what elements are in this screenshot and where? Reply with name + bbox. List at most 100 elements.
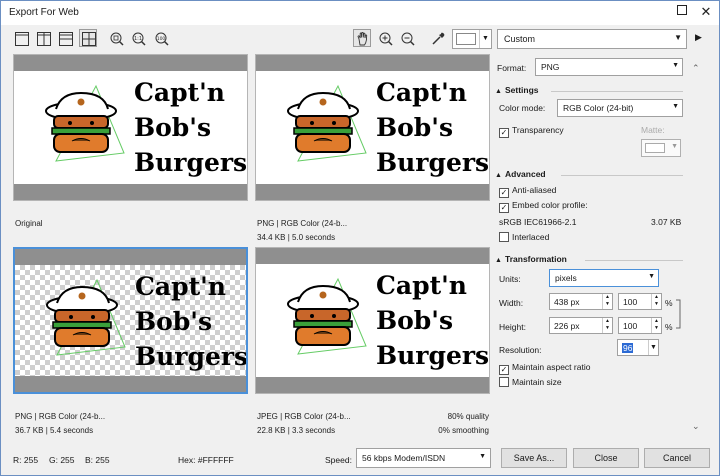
spin-arrows-icon[interactable]: ▲ ▼	[602, 318, 612, 333]
logo-line: Burgers	[134, 148, 248, 177]
panel-scrollbar[interactable]: ⌃ ⌄	[689, 55, 705, 441]
scroll-up-icon[interactable]: ⌃	[692, 63, 700, 74]
svg-text:100: 100	[157, 36, 166, 42]
speed-label: Speed:	[325, 455, 352, 465]
section-title: Advanced	[505, 169, 546, 179]
burger-mascot-image	[287, 84, 367, 162]
blue-value: B: 255	[85, 455, 110, 465]
checkbox-label: Maintain size	[512, 377, 562, 387]
height-input[interactable]: 226 px ▲ ▼	[549, 317, 613, 334]
chevron-down-icon: ▼	[672, 103, 679, 110]
width-percent-value: 100	[623, 297, 638, 307]
logo-line: Capt'n	[376, 78, 467, 107]
width-percent-input[interactable]: 100 ▲ ▼	[618, 293, 662, 310]
background-color-picker[interactable]: ▼	[452, 29, 492, 49]
profile-size: 3.07 KB	[651, 217, 682, 227]
preview-band-bottom	[14, 184, 247, 200]
zoom-fit-icon[interactable]	[107, 29, 125, 47]
settings-section-header[interactable]: ▲ Settings	[495, 85, 539, 95]
preview-pane-jpeg[interactable]: Capt'n Bob's Burgers	[255, 247, 490, 394]
close-button[interactable]: Close	[573, 448, 639, 468]
preview-pane-png-2[interactable]: Capt'n Bob's Burgers	[13, 247, 248, 394]
preview-pane-original[interactable]: Capt'n Bob's Burgers	[13, 54, 248, 201]
section-title: Transformation	[505, 254, 567, 264]
single-view-icon[interactable]	[12, 29, 30, 47]
preset-dropdown[interactable]: Custom ▼	[497, 29, 687, 49]
color-mode-dropdown[interactable]: RGB Color (24-bit) ▼	[557, 99, 683, 117]
eyedropper-icon[interactable]	[428, 29, 446, 47]
toolbar: 1:1 100 ▼ Custom ▼ ▶	[1, 25, 719, 53]
cancel-button[interactable]: Cancel	[644, 448, 710, 468]
preview-band-top	[15, 249, 246, 265]
preview-artwork: Capt'n Bob's Burgers	[256, 264, 489, 377]
checkbox-box: ✓	[499, 365, 509, 375]
save-as-button[interactable]: Save As...	[501, 448, 567, 468]
zoom-out-icon[interactable]	[398, 29, 416, 47]
checkbox-box: ✓	[499, 203, 509, 213]
maintain-aspect-checkbox[interactable]: ✓ Maintain aspect ratio	[499, 362, 590, 375]
spin-arrows-icon[interactable]: ▲ ▼	[651, 318, 661, 333]
logo-line: Bob's	[376, 113, 454, 142]
maximize-icon[interactable]	[674, 4, 690, 20]
burger-mascot-image	[45, 84, 125, 162]
divider	[551, 91, 683, 92]
zoom-100-icon[interactable]: 100	[152, 29, 170, 47]
anti-aliased-checkbox[interactable]: ✓ Anti-aliased	[499, 185, 556, 198]
format-dropdown[interactable]: PNG ▼	[535, 58, 683, 76]
height-value: 226 px	[554, 321, 580, 331]
preview-band-top	[256, 55, 489, 71]
advanced-section-header[interactable]: ▲ Advanced	[495, 169, 546, 179]
percent-sign: %	[665, 298, 673, 308]
units-dropdown[interactable]: pixels ▼	[549, 269, 659, 287]
preview-caption: Original	[15, 219, 43, 228]
hex-value: Hex: #FFFFFF	[178, 455, 234, 465]
logo-line: Bob's	[135, 307, 213, 336]
units-value: pixels	[555, 273, 577, 283]
logo-text: Capt'n Bob's Burgers	[134, 75, 248, 180]
quad-view-icon[interactable]	[79, 29, 97, 47]
chevron-down-icon: ▼	[479, 453, 486, 460]
preview-caption: 22.8 KB | 3.3 seconds	[257, 426, 336, 435]
width-input[interactable]: 438 px ▲ ▼	[549, 293, 613, 310]
height-percent-input[interactable]: 100 ▲ ▼	[618, 317, 662, 334]
preview-caption: JPEG | RGB Color (24-b...	[257, 412, 351, 421]
preview-band-top	[14, 55, 247, 71]
preview-artwork: Capt'n Bob's Burgers	[14, 71, 247, 184]
red-value: R: 255	[13, 455, 39, 465]
window-title: Export For Web	[9, 7, 79, 18]
spin-arrows-icon[interactable]: ▲ ▼	[602, 294, 612, 309]
chevron-down-icon: ▼	[671, 143, 678, 150]
preview-pane-png-1[interactable]: Capt'n Bob's Burgers	[255, 54, 490, 201]
scroll-down-icon[interactable]: ⌄	[692, 421, 700, 432]
matte-swatch	[645, 143, 665, 153]
speed-value: 56 kbps Modem/ISDN	[362, 453, 446, 463]
burger-mascot-image	[287, 277, 367, 355]
expand-arrow-icon[interactable]: ▶	[695, 32, 702, 43]
close-icon[interactable]: ✕	[698, 4, 714, 20]
width-value: 438 px	[554, 297, 580, 307]
pan-hand-icon[interactable]	[353, 29, 371, 47]
interlaced-checkbox[interactable]: Interlaced	[499, 232, 549, 242]
zoom-in-icon[interactable]	[376, 29, 394, 47]
transparency-checkbox[interactable]: ✓ Transparency	[499, 125, 564, 138]
split-horizontal-icon[interactable]	[56, 29, 74, 47]
maintain-size-checkbox[interactable]: Maintain size	[499, 377, 562, 387]
percent-sign: %	[665, 322, 673, 332]
transformation-section-header[interactable]: ▲ Transformation	[495, 254, 567, 264]
zoom-1to1-icon[interactable]: 1:1	[129, 29, 147, 47]
width-label: Width:	[499, 298, 524, 308]
title-bar: Export For Web ✕	[1, 1, 719, 25]
color-mode-label: Color mode:	[499, 103, 546, 113]
split-vertical-icon[interactable]	[34, 29, 52, 47]
link-bracket-icon[interactable]	[675, 299, 683, 329]
chevron-down-icon: ▼	[648, 273, 655, 280]
units-label: Units:	[499, 274, 521, 284]
resolution-label: Resolution:	[499, 345, 542, 355]
speed-dropdown[interactable]: 56 kbps Modem/ISDN ▼	[356, 448, 491, 468]
embed-profile-checkbox[interactable]: ✓ Embed color profile:	[499, 200, 588, 213]
spin-arrows-icon[interactable]: ▲ ▼	[651, 294, 661, 309]
resolution-input[interactable]: 96 ▼	[617, 339, 659, 356]
matte-color-picker[interactable]: ▼	[641, 139, 681, 157]
logo-line: Burgers	[376, 341, 490, 370]
chevron-down-icon[interactable]: ▼	[648, 340, 658, 355]
